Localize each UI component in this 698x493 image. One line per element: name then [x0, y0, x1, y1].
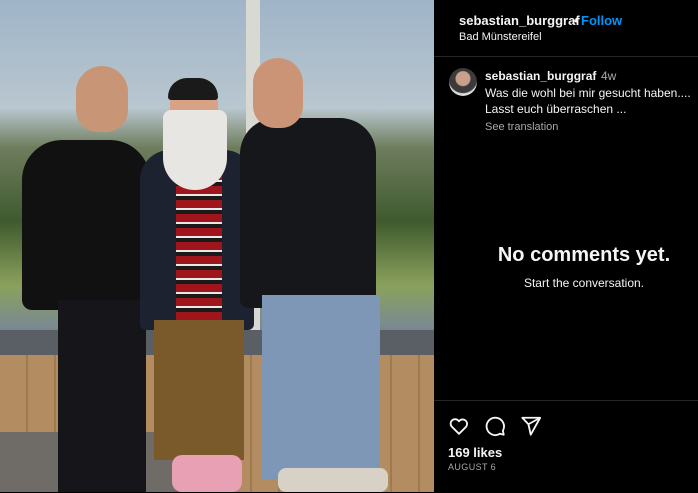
- post-sidebar: sebastian_burggraf • Follow Bad Münstere…: [434, 0, 698, 492]
- post-date[interactable]: AUGUST 6: [448, 462, 496, 472]
- follow-button[interactable]: Follow: [581, 13, 622, 28]
- person-middle-plaid-shirt: [176, 170, 222, 320]
- person-right-shoes: [278, 468, 388, 492]
- person-right-jeans: [262, 295, 380, 480]
- see-translation-link[interactable]: See translation: [485, 121, 558, 133]
- header-separator: •: [574, 13, 579, 28]
- heart-icon[interactable]: [448, 415, 470, 437]
- caption-text-line-1: Was die wohl bei mir gesucht haben....: [485, 86, 691, 100]
- instagram-post: sebastian_burggraf • Follow Bad Münstere…: [0, 0, 698, 492]
- person-left-legs: [58, 300, 146, 492]
- avatar[interactable]: [449, 68, 477, 96]
- post-header: sebastian_burggraf • Follow Bad Münstere…: [434, 0, 698, 57]
- person-middle-beanie: [168, 78, 218, 100]
- person-left-head: [76, 66, 128, 132]
- person-left-body: [22, 140, 150, 310]
- action-bar: 169 likes AUGUST 6: [434, 400, 698, 493]
- caption-timestamp[interactable]: 4w: [601, 69, 616, 83]
- caption-username[interactable]: sebastian_burggraf: [485, 69, 596, 83]
- person-right-body: [240, 118, 376, 308]
- post-photo[interactable]: [0, 0, 434, 492]
- comment-icon[interactable]: [484, 415, 506, 437]
- header-username[interactable]: sebastian_burggraf: [459, 13, 580, 28]
- no-comments-subtitle: Start the conversation.: [523, 276, 645, 290]
- like-count[interactable]: 169 likes: [448, 445, 502, 460]
- caption: sebastian_burggraf 4w Was die wohl bei m…: [434, 58, 698, 138]
- caption-text-line-2: Lasst euch überraschen ...: [485, 102, 627, 116]
- person-middle-trousers: [154, 320, 244, 460]
- person-middle-pink-shoes: [172, 455, 242, 492]
- no-comments-title: No comments yet.: [497, 244, 671, 266]
- person-middle-beard: [163, 110, 227, 190]
- share-icon[interactable]: [520, 415, 542, 437]
- person-right-head: [253, 58, 303, 128]
- location-link[interactable]: Bad Münstereifel: [459, 31, 542, 43]
